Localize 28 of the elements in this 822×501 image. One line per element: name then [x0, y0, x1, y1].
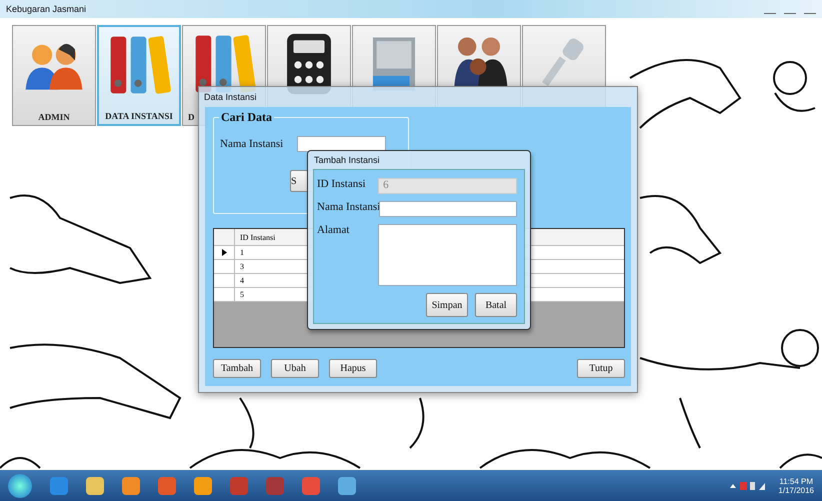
tile-label: D [188, 112, 194, 122]
textarea-field[interactable] [378, 224, 517, 286]
table-cell-text: 3 [239, 261, 245, 273]
window-title: Kebugaran Jasmani [6, 4, 86, 14]
field-label: Nama Instansi [220, 138, 284, 150]
field-label: Nama Instansi [317, 201, 379, 213]
clock-time: 11:54 PM [779, 476, 814, 486]
dialog-button[interactable]: Simpan [426, 293, 468, 317]
tile-label: DATA INSTANSI [105, 111, 173, 121]
menu-tile[interactable]: DATA INSTANSI [97, 25, 181, 126]
action-button[interactable]: Hapus [329, 359, 377, 378]
field-label: ID Instansi [317, 178, 367, 190]
dialog-title: Tambah Instansi [314, 155, 380, 165]
input-field[interactable] [379, 201, 517, 217]
field-label: Alamat [317, 224, 350, 236]
table-cell-text: 5 [239, 289, 245, 301]
start-button[interactable] [8, 474, 32, 498]
window-title: Data Instansi [204, 92, 257, 102]
table-cell-text: 1 [239, 247, 245, 259]
clock-date: 1/17/2016 [778, 486, 814, 494]
table-cell-text: 4 [239, 275, 245, 287]
action-button[interactable]: Ubah [271, 359, 319, 378]
menu-tile[interactable]: ADMIN [12, 25, 96, 126]
action-button[interactable]: Tambah [213, 359, 261, 378]
dialog-button[interactable]: Batal [475, 293, 517, 317]
current-row-icon [222, 249, 226, 256]
close-window-button[interactable]: Tutup [577, 359, 625, 378]
tile-label: ADMIN [38, 112, 70, 122]
